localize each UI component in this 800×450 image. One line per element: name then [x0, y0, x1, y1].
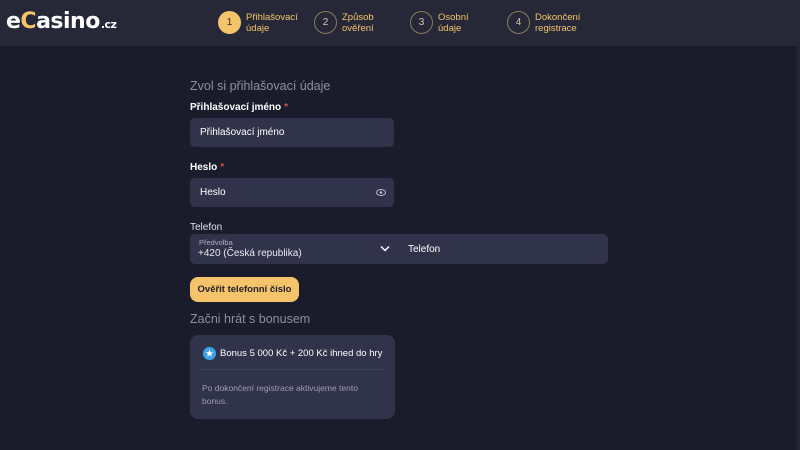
country-prefix-select[interactable]: Předvolba +420 (Česká republika): [190, 234, 398, 264]
password-input[interactable]: Heslo: [190, 178, 394, 207]
step-3-number: 3: [410, 11, 433, 34]
logo-letter-e: e: [6, 9, 21, 34]
password-placeholder: Heslo: [200, 187, 226, 198]
phone-label: Telefon: [190, 222, 223, 233]
password-label-text: Heslo: [190, 162, 218, 173]
star-icon: [203, 347, 216, 360]
prefix-value: +420 (Česká republika): [198, 248, 302, 259]
phone-number-input[interactable]: Telefon: [408, 234, 440, 264]
verify-phone-button[interactable]: Ověřit telefonní číslo: [190, 277, 299, 302]
step-2-label: Způsob ověření: [342, 11, 374, 34]
chevron-down-icon: [380, 245, 390, 252]
step-4-number: 4: [507, 11, 530, 34]
bonus-offer-text: Bonus 5 000 Kč + 200 Kč ihned do hry: [220, 348, 383, 359]
bonus-section-title: Začni hrát s bonusem: [190, 312, 311, 326]
username-placeholder: Přihlašovací jméno: [200, 127, 285, 138]
step-3-label: Osobní údaje: [438, 11, 469, 34]
username-label: Přihlašovací jméno *: [190, 102, 288, 113]
prefix-caption: Předvolba: [199, 238, 233, 247]
step-1-number: 1: [218, 11, 241, 34]
bonus-divider: [200, 369, 385, 370]
logo-tld: .cz: [100, 18, 117, 31]
step-3: 3 Osobní údaje: [410, 11, 494, 34]
phone-field-group: Předvolba +420 (Česká republika) Telefon: [190, 234, 608, 264]
step-1: 1 Přihlašovací údaje: [218, 11, 302, 34]
step-1-label: Přihlašovací údaje: [246, 11, 298, 34]
login-section-title: Zvol si přihlašovací údaje: [190, 79, 331, 93]
step-4-label: Dokončení registrace: [535, 11, 581, 34]
username-label-text: Přihlašovací jméno: [190, 102, 282, 113]
username-input[interactable]: Přihlašovací jméno: [190, 118, 394, 147]
step-2-number: 2: [314, 11, 337, 34]
top-header: e Casino .cz 1 Přihlašovací údaje 2 Způsob…: [0, 0, 800, 46]
step-4: 4 Dokončení registrace: [507, 11, 591, 34]
phone-placeholder: Telefon: [408, 243, 441, 255]
password-label: Heslo *: [190, 162, 224, 173]
logo-letter-c: C: [20, 9, 37, 34]
required-marker: *: [284, 102, 289, 113]
bonus-card[interactable]: Bonus 5 000 Kč + 200 Kč ihned do hry Po …: [190, 335, 395, 419]
logo-text: asino: [36, 9, 100, 34]
eye-icon[interactable]: [376, 189, 386, 196]
step-2: 2 Způsob ověření: [314, 11, 398, 34]
bonus-note: Po dokončení registrace aktivujeme tento…: [202, 383, 358, 406]
required-marker: *: [220, 162, 225, 173]
ecasino-logo[interactable]: e Casino .cz: [6, 9, 117, 34]
